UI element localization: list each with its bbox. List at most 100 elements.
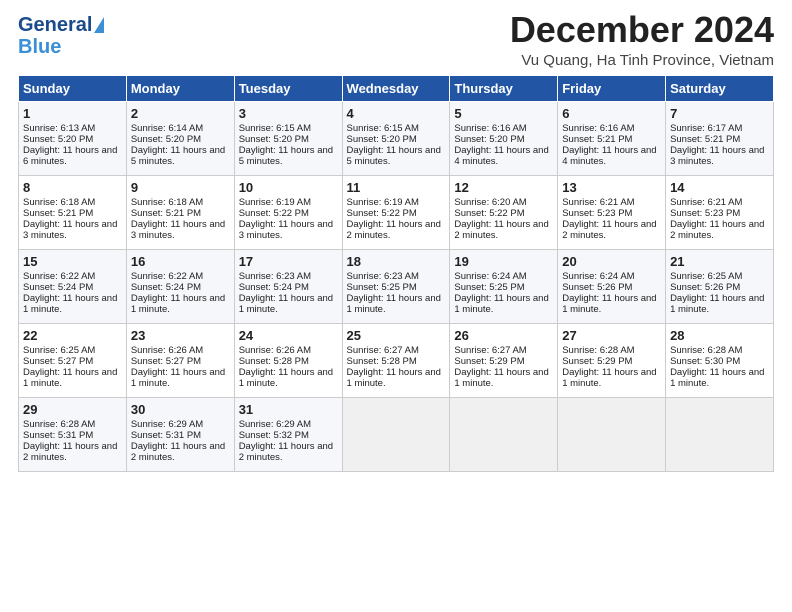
day-number: 8 [23, 180, 122, 195]
sunset-label: Sunset: 5:31 PM [131, 430, 201, 441]
daylight-label: Daylight: 11 hours and 3 minutes. [23, 219, 117, 241]
sunrise-label: Sunrise: 6:15 AM [347, 123, 419, 134]
day-number: 23 [131, 328, 230, 343]
sunrise-label: Sunrise: 6:18 AM [131, 197, 203, 208]
sunrise-label: Sunrise: 6:27 AM [347, 345, 419, 356]
day-cell: 11Sunrise: 6:19 AMSunset: 5:22 PMDayligh… [342, 175, 450, 249]
day-cell [450, 397, 558, 471]
day-cell: 27Sunrise: 6:28 AMSunset: 5:29 PMDayligh… [558, 323, 666, 397]
logo-general: General [18, 14, 92, 36]
day-cell: 22 Sunrise: 6:25 AMSunset: 5:27 PMDayligh… [19, 323, 127, 397]
col-header-friday: Friday [558, 75, 666, 101]
month-title: December 2024 [510, 10, 774, 50]
day-cell: 18Sunrise: 6:23 AMSunset: 5:25 PMDayligh… [342, 249, 450, 323]
sunrise-label: Sunrise: 6:21 AM [670, 197, 742, 208]
sunset-label: Sunset: 5:26 PM [562, 282, 632, 293]
sunset-label: Sunset: 5:32 PM [239, 430, 309, 441]
daylight-label: Daylight: 11 hours and 1 minute. [239, 293, 333, 315]
day-cell: 28 Sunrise: 6:28 AMSunset: 5:30 PMDayligh… [666, 323, 774, 397]
daylight-label: Daylight: 11 hours and 1 minute. [131, 367, 225, 389]
daylight-label: Daylight: 11 hours and 2 minutes. [23, 441, 117, 463]
day-cell: 19Sunrise: 6:24 AMSunset: 5:25 PMDayligh… [450, 249, 558, 323]
sunrise-label: Sunrise: 6:27 AM [454, 345, 526, 356]
sunset-label: Sunset: 5:24 PM [131, 282, 201, 293]
sunset-label: Sunset: 5:27 PM [23, 356, 93, 367]
day-number: 11 [347, 180, 446, 195]
day-cell: 17Sunrise: 6:23 AMSunset: 5:24 PMDayligh… [234, 249, 342, 323]
daylight-label: Daylight: 11 hours and 1 minute. [347, 367, 441, 389]
sunrise-label: Sunrise: 6:17 AM [670, 123, 742, 134]
daylight-label: Daylight: 11 hours and 2 minutes. [562, 219, 656, 241]
sunrise-label: Sunrise: 6:16 AM [562, 123, 634, 134]
sunset-label: Sunset: 5:20 PM [239, 134, 309, 145]
header: General Blue December 2024 Vu Quang, Ha … [18, 10, 774, 69]
sunrise-label: Sunrise: 6:24 AM [562, 271, 634, 282]
day-cell: 10Sunrise: 6:19 AMSunset: 5:22 PMDayligh… [234, 175, 342, 249]
daylight-label: Daylight: 11 hours and 4 minutes. [562, 145, 656, 167]
day-number: 13 [562, 180, 661, 195]
sunrise-label: Sunrise: 6:22 AM [131, 271, 203, 282]
logo-blue: Blue [18, 36, 61, 58]
daylight-label: Daylight: 11 hours and 2 minutes. [131, 441, 225, 463]
sunrise-label: Sunrise: 6:14 AM [131, 123, 203, 134]
sunset-label: Sunset: 5:20 PM [347, 134, 417, 145]
sunset-label: Sunset: 5:23 PM [562, 208, 632, 219]
sunrise-label: Sunrise: 6:29 AM [131, 419, 203, 430]
daylight-label: Daylight: 11 hours and 1 minute. [23, 367, 117, 389]
day-number: 2 [131, 106, 230, 121]
daylight-label: Daylight: 11 hours and 4 minutes. [454, 145, 548, 167]
day-number: 16 [131, 254, 230, 269]
daylight-label: Daylight: 11 hours and 6 minutes. [23, 145, 117, 167]
sunset-label: Sunset: 5:20 PM [23, 134, 93, 145]
sunset-label: Sunset: 5:20 PM [454, 134, 524, 145]
day-number: 22 [23, 328, 122, 343]
sunset-label: Sunset: 5:24 PM [23, 282, 93, 293]
sunrise-label: Sunrise: 6:15 AM [239, 123, 311, 134]
daylight-label: Daylight: 11 hours and 1 minute. [670, 367, 764, 389]
day-cell: 12Sunrise: 6:20 AMSunset: 5:22 PMDayligh… [450, 175, 558, 249]
sunset-label: Sunset: 5:28 PM [239, 356, 309, 367]
day-cell: 7Sunrise: 6:17 AMSunset: 5:21 PMDaylight… [666, 101, 774, 175]
day-number: 1 [23, 106, 122, 121]
day-number: 28 [670, 328, 769, 343]
sunset-label: Sunset: 5:30 PM [670, 356, 740, 367]
day-cell: 21Sunrise: 6:25 AMSunset: 5:26 PMDayligh… [666, 249, 774, 323]
sunrise-label: Sunrise: 6:29 AM [239, 419, 311, 430]
day-number: 21 [670, 254, 769, 269]
day-cell: 6Sunrise: 6:16 AMSunset: 5:21 PMDaylight… [558, 101, 666, 175]
sunset-label: Sunset: 5:24 PM [239, 282, 309, 293]
col-header-thursday: Thursday [450, 75, 558, 101]
day-cell: 1 Sunrise: 6:13 AMSunset: 5:20 PMDaylight… [19, 101, 127, 175]
day-cell: 30 Sunrise: 6:29 AMSunset: 5:31 PMDayligh… [126, 397, 234, 471]
day-cell: 4Sunrise: 6:15 AMSunset: 5:20 PMDaylight… [342, 101, 450, 175]
day-number: 30 [131, 402, 230, 417]
day-number: 17 [239, 254, 338, 269]
location: Vu Quang, Ha Tinh Province, Vietnam [510, 52, 774, 69]
day-number: 29 [23, 402, 122, 417]
sunset-label: Sunset: 5:21 PM [670, 134, 740, 145]
day-number: 5 [454, 106, 553, 121]
title-area: December 2024 Vu Quang, Ha Tinh Province… [510, 10, 774, 69]
sunset-label: Sunset: 5:22 PM [454, 208, 524, 219]
day-cell: 13Sunrise: 6:21 AMSunset: 5:23 PMDayligh… [558, 175, 666, 249]
col-header-saturday: Saturday [666, 75, 774, 101]
sunset-label: Sunset: 5:23 PM [670, 208, 740, 219]
col-header-sunday: Sunday [19, 75, 127, 101]
sunrise-label: Sunrise: 6:19 AM [347, 197, 419, 208]
day-number: 14 [670, 180, 769, 195]
day-number: 7 [670, 106, 769, 121]
sunrise-label: Sunrise: 6:13 AM [23, 123, 95, 134]
sunrise-label: Sunrise: 6:22 AM [23, 271, 95, 282]
sunrise-label: Sunrise: 6:28 AM [670, 345, 742, 356]
day-cell: 25Sunrise: 6:27 AMSunset: 5:28 PMDayligh… [342, 323, 450, 397]
sunrise-label: Sunrise: 6:19 AM [239, 197, 311, 208]
day-cell: 15Sunrise: 6:22 AMSunset: 5:24 PMDayligh… [19, 249, 127, 323]
sunset-label: Sunset: 5:27 PM [131, 356, 201, 367]
day-number: 26 [454, 328, 553, 343]
day-cell: 26Sunrise: 6:27 AMSunset: 5:29 PMDayligh… [450, 323, 558, 397]
sunset-label: Sunset: 5:25 PM [347, 282, 417, 293]
day-number: 10 [239, 180, 338, 195]
sunrise-label: Sunrise: 6:26 AM [131, 345, 203, 356]
calendar-table: SundayMondayTuesdayWednesdayThursdayFrid… [18, 75, 774, 472]
sunrise-label: Sunrise: 6:25 AM [23, 345, 95, 356]
